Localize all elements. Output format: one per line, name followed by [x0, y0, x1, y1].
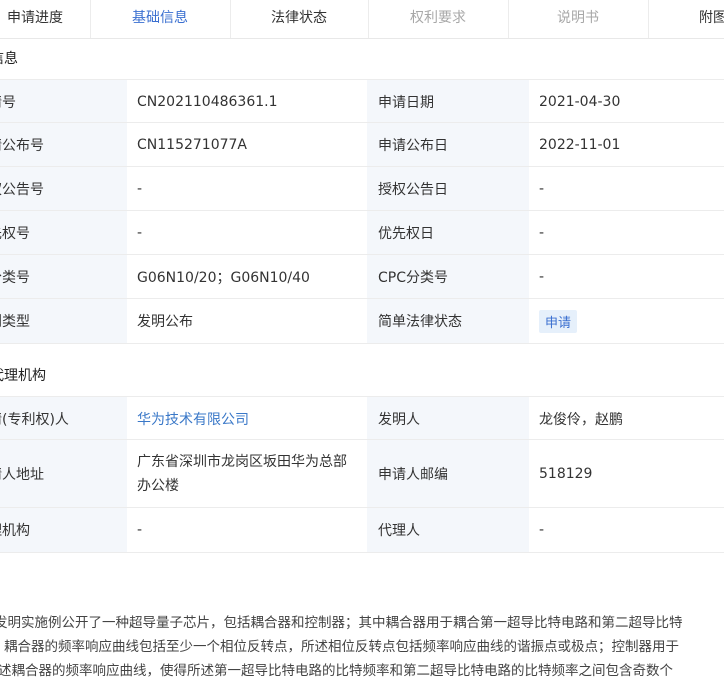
application-date-value: 2021-04-30	[529, 80, 724, 123]
agent-label: 代理人	[367, 508, 529, 552]
application-number-value: CN202110486361.1	[127, 80, 367, 123]
priority-number-label: 先权号	[0, 226, 30, 242]
table-row: 请(专利权)人 华为技术有限公司 发明人 龙俊伶，赵鹏	[0, 396, 724, 440]
priority-date-value: -	[529, 211, 724, 255]
priority-date-label: 优先权日	[367, 211, 529, 255]
abstract-line-3: 述耦合器的频率响应曲线，使得所述第一超导比特电路的比特频率和第二超导比特电路的比…	[0, 663, 673, 679]
inventor-value: 龙俊伶，赵鹏	[529, 397, 724, 440]
cpc-classification-label: CPC分类号	[367, 255, 529, 299]
classification-label: 分类号	[0, 270, 30, 286]
publication-date-label: 申请公布日	[367, 123, 529, 167]
table-row: 分类号 G06N10/20；G06N10/40 CPC分类号 -	[0, 254, 724, 299]
applicant-link[interactable]: 华为技术有限公司	[137, 409, 249, 429]
agency-label: 理机构	[0, 523, 30, 539]
status-badge: 申请	[539, 309, 578, 333]
table-row: 理机构 - 代理人 -	[0, 507, 724, 553]
legal-status-label: 简单法律状态	[367, 299, 529, 343]
tab-application-progress[interactable]: 申请进度	[0, 0, 90, 38]
priority-number-value: -	[127, 211, 367, 255]
grant-date-value: -	[529, 167, 724, 211]
agency-value: -	[127, 508, 367, 552]
tab-claims[interactable]: 权利要求	[368, 0, 508, 38]
tab-bar: 申请进度 基础信息 法律状态 权利要求 说明书 附图	[0, 0, 724, 39]
cpc-classification-value: -	[529, 255, 724, 299]
tab-legal-status[interactable]: 法律状态	[230, 0, 368, 38]
classification-value: G06N10/20；G06N10/40	[127, 255, 367, 299]
publication-number-value: CN115271077A	[127, 123, 367, 167]
grant-date-label: 授权公告日	[367, 167, 529, 211]
tab-drawings[interactable]: 附图	[648, 0, 724, 38]
tab-description[interactable]: 说明书	[508, 0, 648, 38]
publication-number-label: 请公布号	[0, 138, 44, 154]
grant-number-value: -	[127, 167, 367, 211]
tab-basic-info[interactable]: 基础信息	[90, 0, 230, 38]
abstract-line-1: 发明实施例公开了一种超导量子芯片，包括耦合器和控制器；其中耦合器用于耦合第一超导…	[0, 615, 683, 631]
patent-type-label: 利类型	[0, 314, 30, 330]
postal-code-label: 申请人邮编	[367, 440, 529, 508]
patent-type-value: 发明公布	[127, 299, 367, 343]
application-number-label: 请号	[0, 94, 16, 111]
section-title-agency: 代理机构	[0, 368, 46, 384]
table-row: 权公告号 - 授权公告日 -	[0, 166, 724, 211]
publication-date-value: 2022-11-01	[529, 123, 724, 167]
application-date-label: 申请日期	[367, 80, 529, 123]
applicant-address-value: 广东省深圳市龙岗区坂田华为总部办公楼	[127, 440, 367, 508]
table-row: 先权号 - 优先权日 -	[0, 210, 724, 255]
table-row: 请号 CN202110486361.1 申请日期 2021-04-30	[0, 79, 724, 123]
applicant-address-label: 请人地址	[0, 467, 44, 483]
abstract-line-2: 耦合器的频率响应曲线包括至少一个相位反转点，所述相位反转点包括频率响应曲线的谐振…	[4, 639, 679, 655]
agent-value: -	[529, 508, 724, 552]
inventor-label: 发明人	[367, 397, 529, 440]
grant-number-label: 权公告号	[0, 182, 44, 198]
applicant-label: 请(专利权)人	[0, 411, 69, 428]
section-title-basic: 信息	[0, 51, 18, 67]
postal-code-value: 518129	[529, 440, 724, 508]
table-row: 利类型 发明公布 简单法律状态 申请	[0, 298, 724, 344]
table-row: 请公布号 CN115271077A 申请公布日 2022-11-01	[0, 122, 724, 167]
table-row: 请人地址 广东省深圳市龙岗区坂田华为总部办公楼 申请人邮编 518129	[0, 439, 724, 508]
